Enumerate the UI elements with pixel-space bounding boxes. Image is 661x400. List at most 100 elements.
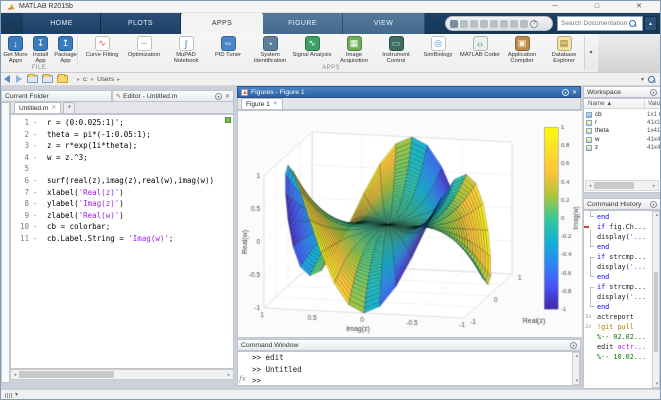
current-folder-panel[interactable] xyxy=(1,102,10,383)
editor-close-icon[interactable]: ✕ xyxy=(225,93,230,100)
app-get-more-apps[interactable]: ↓Get More Apps xyxy=(3,36,28,65)
app-signal-analysis[interactable]: ∿Signal Analysis xyxy=(291,36,333,65)
app-database-explorer[interactable]: ▤Database Explorer xyxy=(543,36,585,65)
workspace-actions-icon[interactable]: ▾ xyxy=(650,89,657,96)
new-tab-button[interactable]: + xyxy=(63,102,75,113)
redo-icon[interactable] xyxy=(510,20,518,28)
minimize-button[interactable]: ─ xyxy=(534,1,576,13)
app-optimization[interactable]: ⌣Optimization xyxy=(123,36,165,65)
ribbon-tab-home[interactable]: HOME xyxy=(23,13,101,34)
copy-icon[interactable] xyxy=(480,20,488,28)
workspace-header[interactable]: Workspace ▾ xyxy=(583,86,661,98)
code-analyzer-indicator[interactable] xyxy=(225,117,231,123)
maximize-button[interactable]: □ xyxy=(576,1,618,13)
workspace-hscroll-thumb[interactable] xyxy=(594,182,634,189)
editor-line-8[interactable]: 8-ylabel('Imag(z)') xyxy=(11,198,233,210)
command-history-panel[interactable]: endif fig.Ch...display('...endif strcmp.… xyxy=(583,210,661,389)
close-button[interactable]: ✕ xyxy=(618,1,660,13)
app-system-identification[interactable]: ◔System Identification xyxy=(249,36,291,65)
save-icon[interactable] xyxy=(460,20,468,28)
app-matlab-coder[interactable]: ‹›MATLAB Coder xyxy=(459,36,501,65)
breadcrumb[interactable]: ▸c:▸Users▸ xyxy=(74,76,123,83)
undo-icon[interactable] xyxy=(500,20,508,28)
figure-tab[interactable]: Figure 1 ✕ xyxy=(241,98,283,109)
workspace-hscrollbar[interactable]: ◂ ▸ xyxy=(585,180,659,191)
editor-header[interactable]: ✎ Editor - Untitled.m ▾ ✕ xyxy=(112,90,234,102)
search-input[interactable] xyxy=(558,20,628,27)
ribbon-tab-figure[interactable]: FIGURE xyxy=(263,13,343,34)
current-folder-icon[interactable] xyxy=(57,75,68,83)
history-item[interactable]: %-- 02.02... xyxy=(584,332,652,342)
workspace-col-value[interactable]: Value xyxy=(644,100,661,110)
scroll-left-icon[interactable]: ◂ xyxy=(586,183,594,189)
figure-tab-close-icon[interactable]: ✕ xyxy=(273,99,278,109)
workspace-row-r[interactable]: r41x1 d xyxy=(584,119,660,127)
help-icon[interactable]: ? xyxy=(530,20,538,28)
workspace-row-w[interactable]: w41x41 xyxy=(584,136,660,144)
history-item[interactable]: if strcmp... xyxy=(584,252,652,262)
up-folder-icon[interactable] xyxy=(27,75,38,83)
paste-icon[interactable] xyxy=(490,20,498,28)
editor-line-6[interactable]: 6-surf(real(z),imag(z),real(w),imag(w)) xyxy=(11,175,233,187)
scroll-left-icon[interactable]: ◂ xyxy=(11,372,19,378)
search-icon[interactable] xyxy=(628,19,637,28)
figures-close-icon[interactable]: ✕ xyxy=(572,89,577,96)
editor-tab-untitled[interactable]: Untitled.m ✕ xyxy=(14,102,61,113)
command-history-actions-icon[interactable]: ▾ xyxy=(650,201,657,208)
figures-header[interactable]: Figures - Figure 1 ▾ ✕ xyxy=(237,86,581,98)
scroll-right-icon[interactable]: ▸ xyxy=(225,372,233,378)
history-item[interactable]: display('... xyxy=(584,292,652,302)
editor-line-1[interactable]: 1-r = (0:0.025:1)'; xyxy=(11,117,233,129)
app-simbiology[interactable]: ◎SimBiology xyxy=(417,36,459,65)
user-icon[interactable] xyxy=(450,20,458,28)
workspace-row-theta[interactable]: theta1x41 d xyxy=(584,127,660,135)
history-item[interactable]: end xyxy=(584,212,652,222)
gallery-overflow-button[interactable]: ▾ xyxy=(584,36,597,70)
history-item[interactable]: end xyxy=(584,242,652,252)
scroll-right-icon[interactable]: ▸ xyxy=(650,183,658,189)
scroll-up-icon[interactable]: ▴ xyxy=(573,353,581,359)
editor-line-4[interactable]: 4-w = z.^3; xyxy=(11,152,233,164)
history-item[interactable]: if fig.Ch... xyxy=(584,222,652,232)
current-folder-header[interactable]: Current Folder xyxy=(1,90,112,102)
history-item[interactable]: end xyxy=(584,302,652,312)
scroll-up-icon[interactable]: ▴ xyxy=(653,212,661,218)
app-install-app[interactable]: ↧Install App xyxy=(28,36,53,65)
workspace-column-headers[interactable]: Name ▲ Value xyxy=(584,99,660,109)
switch-window-icon[interactable] xyxy=(520,20,528,28)
ribbon-tab-apps[interactable]: APPS xyxy=(181,13,263,34)
breadcrumb-segment[interactable]: c: xyxy=(83,76,88,83)
workspace-row-cb[interactable]: cb1x1 Co xyxy=(584,111,660,119)
history-item[interactable]: edit actr... xyxy=(584,342,652,352)
app-application-compiler[interactable]: ▣Application Compiler xyxy=(501,36,543,65)
back-icon[interactable] xyxy=(4,75,10,83)
figures-actions-icon[interactable]: ▾ xyxy=(562,89,569,96)
history-item[interactable]: 3xactreport xyxy=(584,312,652,322)
editor-line-7[interactable]: 7-xlabel('Real(z)') xyxy=(11,187,233,199)
editor-line-2[interactable]: 2-theta = pi*(-1:0.05:1); xyxy=(11,129,233,141)
scroll-down-icon[interactable]: ▾ xyxy=(573,378,581,384)
app-image-acquisition[interactable]: ▦Image Acquisition xyxy=(333,36,375,65)
command-window-header[interactable]: Command Window ▾ xyxy=(237,339,581,351)
workspace-col-name[interactable]: Name ▲ xyxy=(588,100,612,107)
editor-line-11[interactable]: 11-cb.Label.String = 'Imag(w)'; xyxy=(11,233,233,245)
editor-line-5[interactable]: 5 xyxy=(11,163,233,175)
editor-line-10[interactable]: 10-cb = colorbar; xyxy=(11,221,233,233)
app-instrument-control[interactable]: ▭Instrument Control xyxy=(375,36,417,65)
command-window[interactable]: >> edit>> Untitled>> fx ▴ ▾ xyxy=(237,351,581,386)
ribbon-tab-plots[interactable]: PLOTS xyxy=(101,13,181,34)
history-item[interactable]: if strcmp... xyxy=(584,282,652,292)
app-pid-tuner[interactable]: PIDPID Tuner xyxy=(207,36,249,65)
folder-search-icon[interactable] xyxy=(647,75,656,84)
history-item[interactable]: 2x!git pull xyxy=(584,322,652,332)
app-package-app[interactable]: ↥Package App xyxy=(53,36,78,65)
app-curve-fitting[interactable]: ∿Curve Fitting xyxy=(81,36,123,65)
scroll-down-icon[interactable]: ▾ xyxy=(653,381,661,387)
cut-icon[interactable] xyxy=(470,20,478,28)
editor-code-area[interactable]: 1-r = (0:0.025:1)';2-theta = pi*(-1:0.05… xyxy=(10,114,234,369)
history-item[interactable]: %-- 10.02... xyxy=(584,352,652,362)
status-bars-icon[interactable]: ▾ xyxy=(5,391,18,398)
editor-hscroll-thumb[interactable] xyxy=(19,371,114,378)
command-window-actions-icon[interactable]: ▾ xyxy=(570,342,577,349)
history-item[interactable]: end xyxy=(584,272,652,282)
